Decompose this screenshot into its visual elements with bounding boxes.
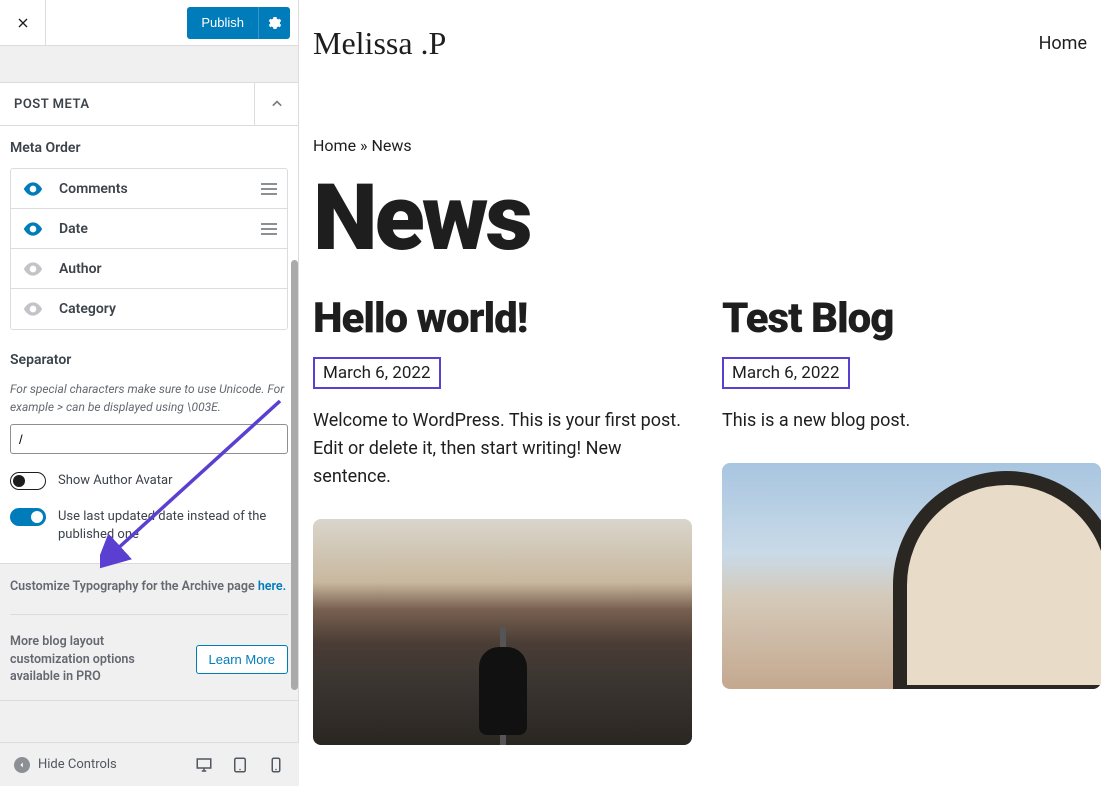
toggle-last-updated[interactable] (10, 508, 46, 526)
post-excerpt: Welcome to WordPress. This is your first… (313, 407, 692, 491)
meta-item-comments[interactable]: Comments (11, 169, 287, 209)
post-date: March 6, 2022 (313, 357, 441, 389)
publish-group: Publish (187, 7, 290, 39)
gear-icon (267, 15, 283, 31)
toggle-author-avatar[interactable] (10, 472, 46, 490)
separator-label: Separator (10, 352, 288, 368)
collapse-left-icon (14, 757, 30, 773)
drag-handle-icon[interactable] (261, 182, 277, 196)
desktop-icon[interactable] (195, 756, 213, 774)
breadcrumb-current: News (372, 136, 412, 155)
pro-row: More blog layout customization options a… (10, 614, 288, 686)
post-featured-image[interactable] (722, 463, 1101, 689)
topbar: Publish (0, 0, 298, 46)
nav-link-home[interactable]: Home (1039, 33, 1087, 54)
eye-icon[interactable] (21, 182, 45, 196)
mobile-icon[interactable] (267, 756, 285, 774)
typography-link[interactable]: here. (258, 579, 286, 594)
bottombar: Hide Controls (0, 742, 299, 786)
section-header-post-meta[interactable]: POST META (0, 82, 298, 126)
page-title: News (313, 173, 1101, 265)
meta-item-label: Date (59, 221, 261, 237)
meta-item-category[interactable]: Category (11, 289, 287, 329)
drag-handle-icon[interactable] (261, 222, 277, 236)
pro-text: More blog layout customization options a… (10, 633, 160, 686)
learn-more-button[interactable]: Learn More (196, 645, 288, 674)
meta-order-label: Meta Order (10, 140, 288, 156)
post-card: Test Blog March 6, 2022 This is a new bl… (722, 297, 1101, 745)
breadcrumb-separator: » (360, 136, 368, 155)
panel-body: Meta Order Comments Date Author Category (0, 126, 298, 564)
hide-controls-button[interactable]: Hide Controls (14, 757, 117, 773)
breadcrumb-home[interactable]: Home (313, 136, 356, 155)
post-title[interactable]: Test Blog (722, 297, 1101, 341)
breadcrumb: Home » News (313, 136, 1101, 155)
site-header: Melissa .P Home (313, 16, 1101, 70)
post-title[interactable]: Hello world! (313, 297, 692, 341)
posts-grid: Hello world! March 6, 2022 Welcome to Wo… (313, 297, 1101, 745)
meta-item-label: Comments (59, 181, 261, 197)
close-icon (15, 15, 31, 31)
hide-controls-label: Hide Controls (38, 757, 117, 772)
meta-item-author[interactable]: Author (11, 249, 287, 289)
scrollbar[interactable] (291, 260, 298, 690)
meta-item-label: Category (59, 301, 277, 317)
meta-item-label: Author (59, 261, 277, 277)
customizer-sidebar: Publish POST META Meta Order Comments Da… (0, 0, 299, 786)
separator-section: Separator For special characters make su… (10, 352, 288, 454)
settings-button[interactable] (258, 7, 290, 39)
toggle-last-updated-label: Use last updated date instead of the pub… (58, 508, 288, 544)
post-featured-image[interactable] (313, 519, 692, 745)
eye-icon[interactable] (21, 262, 45, 276)
meta-order-list: Comments Date Author Category (10, 168, 288, 330)
spacer (0, 46, 298, 82)
separator-input[interactable] (10, 424, 288, 454)
separator-hint: For special characters make sure to use … (10, 380, 288, 416)
site-preview: Melissa .P Home Home » News News Hello w… (299, 0, 1101, 786)
post-excerpt: This is a new blog post. (722, 407, 1101, 435)
toggle-author-avatar-label: Show Author Avatar (58, 472, 173, 490)
tablet-icon[interactable] (231, 756, 249, 774)
site-logo[interactable]: Melissa .P (313, 25, 446, 62)
close-button[interactable] (0, 0, 46, 46)
toggle-last-updated-row: Use last updated date instead of the pub… (10, 508, 288, 544)
collapse-button[interactable] (254, 82, 298, 126)
publish-button[interactable]: Publish (187, 7, 258, 39)
post-card: Hello world! March 6, 2022 Welcome to Wo… (313, 297, 692, 745)
device-switcher (195, 756, 285, 774)
section-title: POST META (14, 97, 90, 112)
eye-icon[interactable] (21, 222, 45, 236)
typography-note: Customize Typography for the Archive pag… (10, 578, 288, 597)
footer-panel: Customize Typography for the Archive pag… (0, 564, 298, 701)
post-date: March 6, 2022 (722, 357, 850, 389)
toggle-author-avatar-row: Show Author Avatar (10, 472, 288, 490)
eye-icon[interactable] (21, 302, 45, 316)
meta-item-date[interactable]: Date (11, 209, 287, 249)
chevron-up-icon (267, 94, 287, 114)
